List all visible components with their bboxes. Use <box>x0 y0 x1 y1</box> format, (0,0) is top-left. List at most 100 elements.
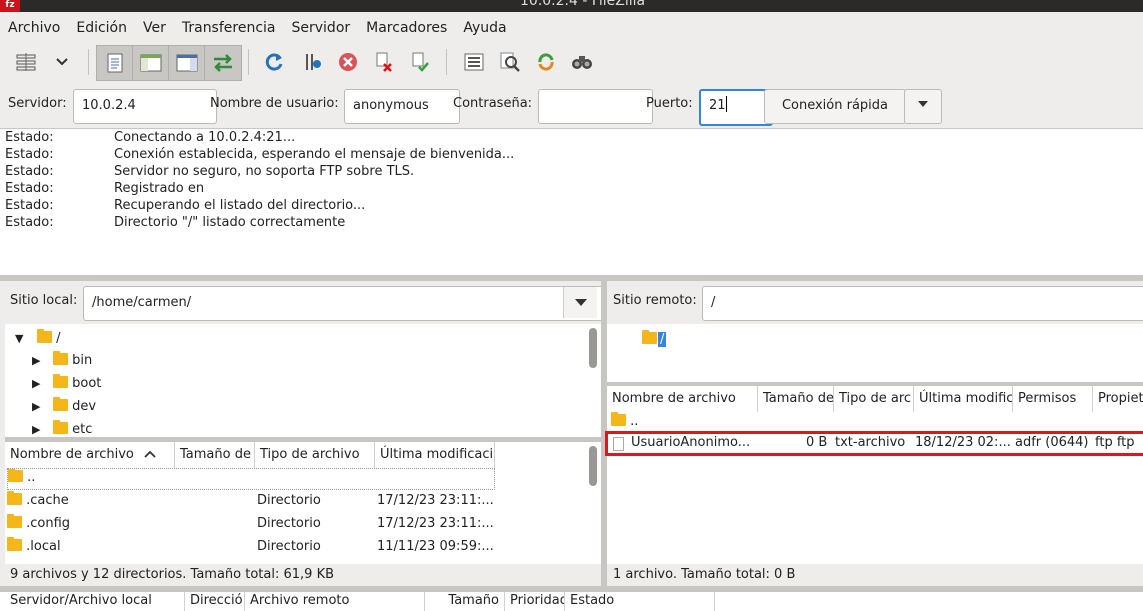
local-path-input[interactable]: /home/carmen/ <box>83 286 616 321</box>
local-tree-toggle-icon[interactable] <box>132 45 170 81</box>
username-input[interactable]: anonymous <box>344 89 460 124</box>
process-queue-icon[interactable] <box>296 45 328 79</box>
menu-marcadores[interactable]: Marcadores <box>358 16 455 40</box>
file-permissions: adfr (0644) <box>1015 435 1089 450</box>
username-label: Nombre de usuario: <box>210 96 339 111</box>
port-input[interactable]: 21 <box>699 89 773 126</box>
file-modified: 18/12/23 02:... <box>915 435 1011 450</box>
log-line: Estado: Servidor no seguro, no soporta FT… <box>5 164 415 179</box>
collapse-arrow-icon[interactable]: ▶ <box>32 377 40 390</box>
scrollbar-thumb[interactable] <box>589 328 597 368</box>
remote-directory-tree: / <box>607 324 1143 382</box>
folder-icon <box>7 514 22 528</box>
local-site-bar: Sitio local: /home/carmen/ <box>0 281 616 324</box>
local-path-dropdown-button[interactable] <box>563 287 597 318</box>
local-status-bar: 9 archivos y 12 directorios. Tamaño tota… <box>5 564 601 586</box>
column-header-size[interactable]: Tamaño de <box>175 442 255 468</box>
refresh-icon[interactable] <box>258 45 290 79</box>
quickconnect-button[interactable]: Conexión rápida <box>764 89 906 124</box>
directory-listing-filter-icon[interactable] <box>458 45 490 79</box>
compare-directories-icon[interactable] <box>494 45 526 79</box>
remote-path-input[interactable]: / <box>702 286 1143 321</box>
local-status-text: 9 archivos y 12 directorios. Tamaño tota… <box>10 567 335 582</box>
folder-icon <box>53 397 68 411</box>
column-header-type[interactable]: Tipo de archivo <box>255 442 375 468</box>
collapse-arrow-icon[interactable]: ▶ <box>32 423 40 436</box>
menu-ver[interactable]: Ver <box>135 16 174 40</box>
message-log-toggle-icon[interactable] <box>96 45 134 81</box>
menu-transferencia[interactable]: Transferencia <box>174 16 284 40</box>
column-header-owner[interactable]: Propiet <box>1093 386 1143 412</box>
folder-icon <box>53 351 68 365</box>
menu-bar: Archivo Edición Ver Transferencia Servid… <box>0 16 515 40</box>
menu-ayuda[interactable]: Ayuda <box>455 16 514 40</box>
site-manager-icon[interactable] <box>10 45 42 79</box>
column-header-modified[interactable]: Última modific <box>914 386 1013 412</box>
folder-icon <box>7 491 22 505</box>
disconnect-icon[interactable] <box>368 45 400 79</box>
tree-item[interactable]: dev <box>53 395 96 418</box>
tree-item[interactable]: bin <box>53 349 92 372</box>
remote-tree-toggle-icon[interactable] <box>168 45 206 81</box>
server-input[interactable]: 10.0.2.4 <box>73 89 217 124</box>
remote-status-bar: 1 archivo. Tamaño total: 0 B <box>607 564 1143 586</box>
tree-item[interactable]: / <box>642 328 667 351</box>
tree-item[interactable]: boot <box>53 372 101 395</box>
column-header-size[interactable]: Tamaño de <box>758 386 834 412</box>
menu-servidor[interactable]: Servidor <box>284 16 359 40</box>
window-title: 10.0.2.4 - FileZilla <box>520 0 646 9</box>
transfer-queue-toggle-icon[interactable] <box>204 45 242 81</box>
cancel-icon[interactable] <box>332 45 364 79</box>
list-item[interactable]: .. <box>611 410 638 433</box>
message-log: Estado: Conectando a 10.0.2.4:21... Estad… <box>0 128 1143 275</box>
local-file-list: Nombre de archivo Tamaño de Tipo de arch… <box>5 442 601 564</box>
scrollbar-thumb[interactable] <box>589 446 597 486</box>
folder-icon <box>53 374 68 388</box>
dropdown-arrow-icon[interactable] <box>46 45 78 79</box>
port-label: Puerto: <box>646 96 693 111</box>
column-header-status[interactable]: Estado <box>565 592 715 611</box>
transfer-queue: Servidor/Archivo local Direcció Archivo … <box>0 592 1143 611</box>
column-header-local-file[interactable]: Servidor/Archivo local <box>5 592 185 611</box>
menu-archivo[interactable]: Archivo <box>0 16 68 40</box>
tree-item[interactable]: etc <box>53 418 92 437</box>
list-item[interactable]: .. <box>7 468 495 490</box>
folder-icon <box>8 469 23 482</box>
column-header-filename[interactable]: Nombre de archivo <box>607 386 758 412</box>
toolbar <box>8 45 1138 81</box>
column-header-remote-file[interactable]: Archivo remoto <box>245 592 425 611</box>
quickconnect-dropdown-button[interactable] <box>904 89 942 124</box>
file-type: txt-archivo <box>835 435 906 450</box>
sync-browsing-icon[interactable] <box>530 45 562 79</box>
log-line: Estado: Recuperando el listado del direct… <box>5 198 366 213</box>
collapse-arrow-icon[interactable]: ▶ <box>32 400 40 413</box>
column-header-direction[interactable]: Direcció <box>185 592 245 611</box>
chevron-down-icon <box>918 101 928 107</box>
search-files-icon[interactable] <box>566 45 598 79</box>
server-label: Servidor: <box>8 96 67 111</box>
list-item[interactable]: .local Directorio 11/11/23 09:59:... <box>7 535 597 558</box>
column-header-filename[interactable]: Nombre de archivo <box>5 442 175 468</box>
tree-item[interactable]: / <box>37 327 61 350</box>
column-header-modified[interactable]: Última modificaci <box>375 442 495 468</box>
expand-arrow-icon[interactable]: ▼ <box>15 332 23 345</box>
chevron-down-icon <box>575 299 587 306</box>
filezilla-logo-icon: fz <box>0 0 20 12</box>
port-value: 21 <box>709 98 726 113</box>
column-header-type[interactable]: Tipo de arc <box>834 386 914 412</box>
column-header-size[interactable]: Tamaño <box>425 592 505 611</box>
highlighted-file-row[interactable]: UsuarioAnonimo... 0 B txt-archivo 18/12/… <box>605 431 1143 456</box>
log-line: Estado: Conectando a 10.0.2.4:21... <box>5 130 296 145</box>
collapse-arrow-icon[interactable]: ▶ <box>32 354 40 367</box>
log-line: Estado: Directorio "/" listado correctame… <box>5 215 346 230</box>
menu-edicion[interactable]: Edición <box>68 16 135 40</box>
list-item[interactable]: .cache Directorio 17/12/23 23:11:... <box>7 489 597 512</box>
password-label: Contraseña: <box>453 96 533 111</box>
list-item[interactable]: .config Directorio 17/12/23 23:11:... <box>7 512 597 535</box>
password-input[interactable] <box>538 89 653 124</box>
reconnect-icon[interactable] <box>404 45 436 79</box>
column-header-priority[interactable]: Prioridad <box>505 592 565 611</box>
column-header-permissions[interactable]: Permisos <box>1013 386 1093 412</box>
folder-icon <box>53 420 68 434</box>
remote-site-bar: Sitio remoto: / <box>607 281 1143 324</box>
